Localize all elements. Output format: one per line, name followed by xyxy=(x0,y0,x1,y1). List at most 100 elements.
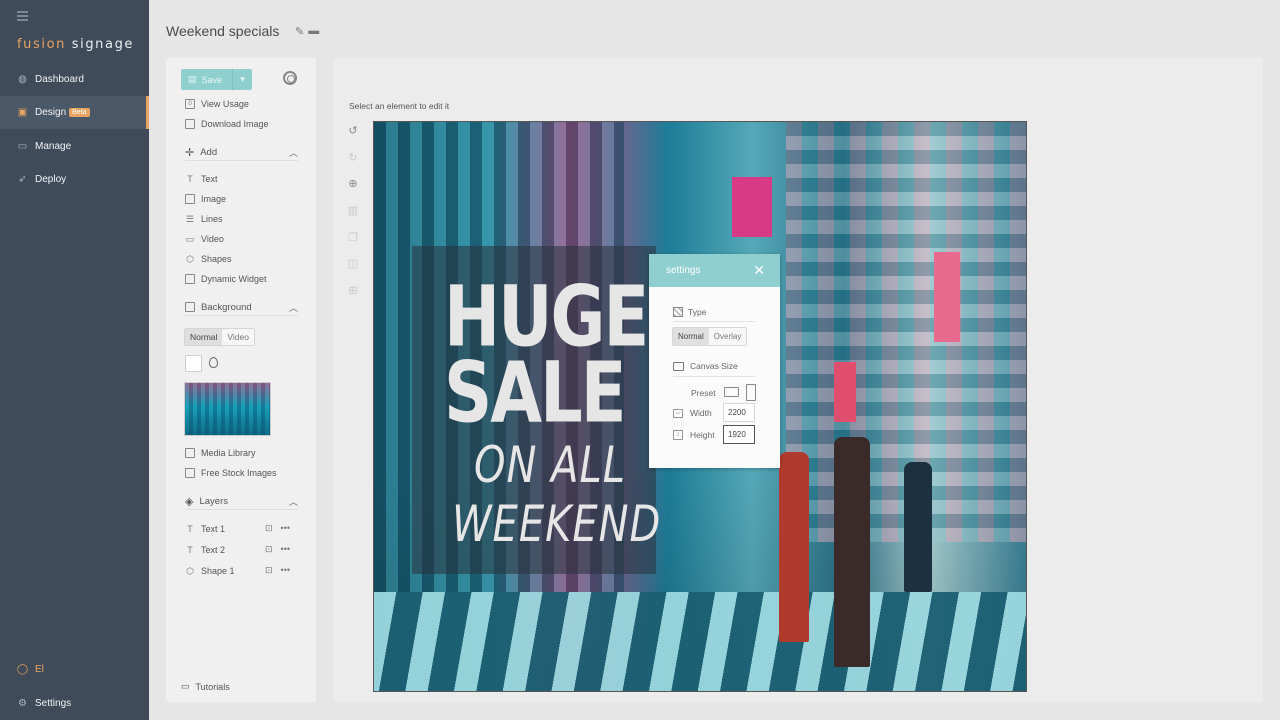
background-section-title: Background xyxy=(201,301,252,313)
headline-line-2[interactable]: SALE xyxy=(444,344,627,442)
nav-label: Settings xyxy=(35,698,72,709)
paint-icon: ▣ xyxy=(17,107,28,118)
chevron-up-icon[interactable]: ︿ xyxy=(289,495,298,508)
download-image-link[interactable]: Download Image xyxy=(185,118,269,130)
media-library-link[interactable]: Media Library xyxy=(185,447,256,459)
unlock-icon[interactable]: ⊡ xyxy=(265,544,273,555)
type-option-normal[interactable]: Normal xyxy=(673,328,709,345)
add-video[interactable]: ▭ Video xyxy=(185,233,224,245)
video-icon: ▭ xyxy=(185,233,195,244)
align-icon[interactable]: ⊞ xyxy=(345,282,361,298)
preset-portrait-icon[interactable] xyxy=(746,384,756,401)
nav-label: Design xyxy=(35,107,67,118)
checker-icon xyxy=(673,307,683,317)
add-item-label: Image xyxy=(201,194,227,204)
height-label: Height xyxy=(690,430,715,440)
image-icon xyxy=(185,302,195,312)
image-icon xyxy=(185,194,195,204)
add-image[interactable]: Image xyxy=(185,193,226,205)
more-icon[interactable]: ••• xyxy=(281,544,290,555)
trash-icon[interactable]: ▥ xyxy=(345,202,361,218)
divider xyxy=(673,376,755,377)
copy-icon[interactable]: ❐ xyxy=(345,229,361,245)
chevron-up-icon[interactable]: ︿ xyxy=(289,301,298,314)
drop-icon[interactable] xyxy=(209,357,218,368)
subline-line-2[interactable]: WEEKEND xyxy=(452,496,661,554)
layer-order-icon[interactable]: ◫ xyxy=(345,255,361,271)
width-label: Width xyxy=(690,408,712,418)
user-menu[interactable]: ◯ El xyxy=(0,653,149,686)
globe-icon: ◍ xyxy=(18,74,27,85)
unlock-icon[interactable]: ⊡ xyxy=(265,565,273,576)
height-input[interactable] xyxy=(723,425,755,444)
background-sign xyxy=(834,362,856,422)
free-stock-images-link[interactable]: Free Stock Images xyxy=(185,467,277,479)
width-row: ↔ Width xyxy=(673,408,712,418)
background-sign xyxy=(934,252,960,342)
unlock-icon[interactable]: ⊡ xyxy=(265,523,273,534)
pencil-icon[interactable]: ✎ xyxy=(295,25,304,38)
more-icon[interactable]: ••• xyxy=(281,565,290,576)
nav-item-manage[interactable]: ▭ Manage xyxy=(0,130,149,163)
menu-icon[interactable] xyxy=(17,11,28,21)
layer-item[interactable]: T Text 1 xyxy=(185,523,225,535)
nav-item-deploy[interactable]: ➶ Deploy xyxy=(0,163,149,196)
nav-label: Dashboard xyxy=(35,74,84,85)
rocket-icon: ➶ xyxy=(18,174,27,185)
free-stock-label: Free Stock Images xyxy=(201,468,277,478)
redo-icon[interactable]: ↻ xyxy=(345,149,361,165)
chevron-up-icon[interactable]: ︿ xyxy=(289,146,298,159)
settings-dialog-title: settings xyxy=(666,265,701,276)
download-image-label: Download Image xyxy=(201,119,269,129)
chevron-down-icon[interactable]: ▾ xyxy=(233,74,252,85)
background-image-thumbnail[interactable] xyxy=(184,382,271,436)
preset-row: Preset xyxy=(691,388,716,398)
undo-icon[interactable]: ↺ xyxy=(345,122,361,138)
layer-item[interactable]: T Text 2 xyxy=(185,544,225,556)
subline-line-1[interactable]: ON ALL xyxy=(474,437,626,495)
save-button[interactable]: ▤ Save ▾ xyxy=(181,69,252,90)
add-item-label: Lines xyxy=(201,214,223,224)
brand-logo: fusion signage xyxy=(17,37,134,52)
more-icon[interactable]: ••• xyxy=(281,523,290,534)
background-color-swatch[interactable] xyxy=(185,355,202,372)
add-text[interactable]: T Text xyxy=(185,173,217,185)
nav-item-settings[interactable]: ⚙ Settings xyxy=(0,687,149,720)
background-person xyxy=(904,462,932,592)
layers-section-header[interactable]: ◈ Layers ︿ xyxy=(185,496,298,510)
bg-mode-normal[interactable]: Normal xyxy=(185,329,223,345)
text-icon: T xyxy=(187,545,193,555)
type-label: Type xyxy=(688,307,707,317)
tutorials-link[interactable]: ▭ Tutorials xyxy=(181,681,230,692)
gear-icon[interactable] xyxy=(283,71,297,85)
height-row: ↕ Height xyxy=(673,430,715,440)
folder-icon: ▭ xyxy=(17,141,28,152)
folder-icon[interactable]: ▬ xyxy=(308,25,319,38)
brand-word-2: signage xyxy=(71,37,135,52)
background-section-header[interactable]: Background ︿ xyxy=(185,302,298,316)
add-section-header[interactable]: ✛ Add ︿ xyxy=(185,147,298,161)
width-input[interactable] xyxy=(723,403,755,422)
layer-label: Text 2 xyxy=(201,545,226,555)
layer-item[interactable]: ⬡ Shape 1 xyxy=(185,565,234,577)
background-crosswalk xyxy=(374,592,1026,691)
add-lines[interactable]: ☰ Lines xyxy=(185,213,223,225)
view-usage-label: View Usage xyxy=(201,99,249,109)
background-sign xyxy=(732,177,772,237)
preset-landscape-icon[interactable] xyxy=(724,387,739,397)
nav-item-design[interactable]: ▣ Design Beta xyxy=(0,96,149,129)
brand-word-1: fusion xyxy=(17,37,66,52)
type-option-overlay[interactable]: Overlay xyxy=(708,328,747,345)
nav-item-dashboard[interactable]: ◍ Dashboard xyxy=(0,63,149,96)
add-item-label: Video xyxy=(201,234,224,244)
bg-mode-video[interactable]: Video xyxy=(222,329,254,345)
canvas-hint: Select an element to edit it xyxy=(349,101,450,111)
zoom-icon[interactable]: ⊕ xyxy=(345,175,361,191)
move-icon: ✛ xyxy=(185,146,195,159)
close-icon[interactable]: ✕ xyxy=(753,262,765,279)
view-usage-link[interactable]: 0 View Usage xyxy=(185,98,249,110)
divider xyxy=(673,321,755,322)
add-shapes[interactable]: ⬡ Shapes xyxy=(185,253,231,265)
media-library-label: Media Library xyxy=(201,448,256,458)
add-dynamic-widget[interactable]: Dynamic Widget xyxy=(185,273,267,285)
